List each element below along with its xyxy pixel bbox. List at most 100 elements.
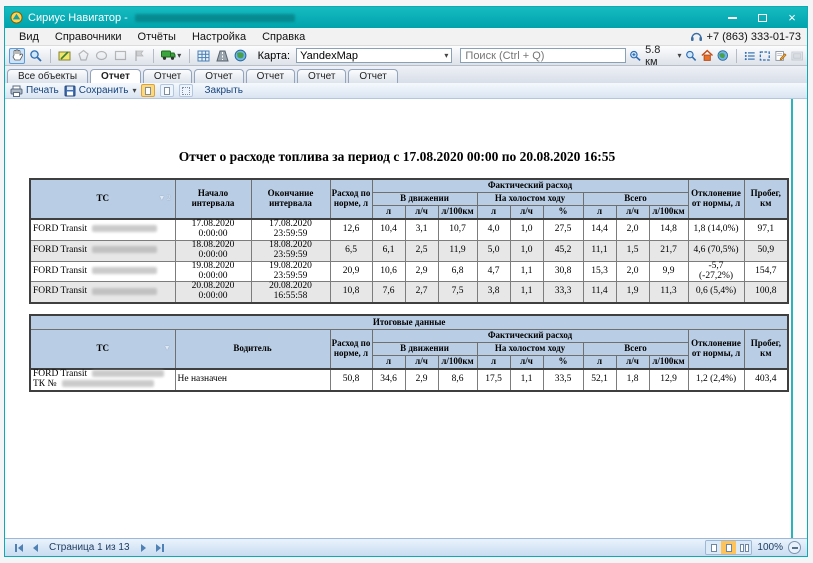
col-header-driver[interactable]: Водитель [175,329,330,368]
view-mode-facing-button[interactable] [721,541,736,554]
col-header-lh: л/ч [510,205,543,218]
tab-5[interactable]: Отчет [297,69,346,83]
save-button[interactable]: Сохранить ▾ [64,85,137,97]
cell: 10,7 [438,219,477,240]
home-icon[interactable] [701,49,713,62]
maximize-button[interactable] [747,7,777,28]
chevron-down-icon: ▾ [132,86,136,95]
tab-6[interactable]: Отчет [348,69,397,83]
col-header-l: л [372,355,405,368]
col-header-tc[interactable]: ТС ▼ 2 [30,179,175,219]
col-group-moving: В движении [372,342,477,355]
sort-indicator: ▼ 2 [158,195,170,203]
map-provider-select[interactable]: YandexMap ▾ [296,48,452,63]
cell: 10,4 [372,219,405,240]
edit-notes-icon[interactable] [775,49,787,62]
cell: 11,1 [583,240,616,261]
menu-item-0[interactable]: Вид [11,30,47,44]
col-header-end[interactable]: Окончание интервала [251,179,330,219]
search-input[interactable] [460,48,625,63]
col-header-mileage[interactable]: Пробег, км [744,179,788,219]
view-mode-multi-button[interactable] [736,541,751,554]
col-header-lh: л/ч [510,355,543,368]
cell: 3,1 [405,219,438,240]
prev-page-button[interactable] [27,541,43,555]
col-header-deviation[interactable]: Отклонение от нормы, л [688,329,744,368]
route-flag-button[interactable] [131,48,147,64]
menu-item-4[interactable]: Справка [254,30,313,44]
print-button[interactable]: Печать [10,85,59,97]
col-header-norm[interactable]: Расход по норме, л [330,179,372,219]
edit-map-button[interactable] [57,48,73,64]
tab-3[interactable]: Отчет [194,69,243,83]
cell: 15,3 [583,261,616,282]
cell: 20.08.2020 16:55:58 [251,282,330,303]
vehicle-cell: FORD Transit [30,219,175,240]
menu-item-3[interactable]: Настройка [184,30,254,44]
cell: 50,8 [330,369,372,391]
menu-item-2[interactable]: Отчёты [130,30,184,44]
cell: 6,1 [372,240,405,261]
table-row: FORD TransitТК №Не назначен50,834,62,98,… [30,369,788,391]
cell: 1,9 [616,282,649,303]
grid-view-button[interactable] [195,48,211,64]
menu-item-1[interactable]: Справочники [47,30,130,44]
headset-icon [690,31,703,43]
close-button[interactable]: × [777,7,807,28]
world-map-icon[interactable] [717,49,729,62]
col-header-l100: л/100км [649,355,688,368]
cell: 4,7 [477,261,510,282]
col-header-l: л [583,205,616,218]
support-phone: +7 (863) 333-01-73 [707,31,801,43]
continuous-view-button[interactable] [160,84,174,97]
chevron-down-icon: ▾ [444,51,448,60]
road-tool-button[interactable] [214,48,230,64]
draw-polygon-button[interactable] [75,48,91,64]
tab-2[interactable]: Отчет [143,69,192,83]
zoom-tool-button[interactable] [28,48,44,64]
minimize-button[interactable] [717,7,747,28]
col-header-start[interactable]: Начало интервала [175,179,251,219]
fit-page-button[interactable] [179,84,193,97]
magnifier-icon [29,49,42,62]
select-area-icon[interactable] [759,50,771,62]
col-header-tc[interactable]: ТС ▼ [30,329,175,368]
polygon-icon [77,49,90,62]
chevron-down-icon: ▾ [177,51,181,60]
cell: 19.08.2020 23:59:59 [251,261,330,282]
vehicle-cell: FORD Transit [30,240,175,261]
col-header-norm[interactable]: Расход по норме, л [330,329,372,368]
cell: 1,2 (2,4%) [688,369,744,391]
vehicle-menu-button[interactable]: ▾ [160,48,183,64]
zoom-lens-icon[interactable] [685,49,697,62]
vehicle-cell: FORD Transit [30,261,175,282]
tab-4[interactable]: Отчет [246,69,295,83]
col-header-mileage[interactable]: Пробег, км [744,329,788,368]
geozones-button[interactable] [233,48,249,64]
col-header-l100: л/100км [649,205,688,218]
zoom-in-icon[interactable] [629,49,641,62]
next-page-button[interactable] [136,541,152,555]
col-header-actual: Фактический расход [372,329,688,342]
vertical-scrollbar[interactable] [791,99,807,538]
cell: 18.08.2020 0:00:00 [175,240,251,261]
list-icon[interactable] [744,50,756,62]
cell: 30,8 [543,261,583,282]
map-scale-value[interactable]: 5.8 км [645,44,672,68]
close-report-button[interactable]: Закрыть [204,85,243,96]
toolbar-separator [50,49,51,63]
app-icon [10,11,23,24]
col-header-deviation[interactable]: Отклонение от нормы, л [688,179,744,219]
draw-ellipse-button[interactable] [94,48,110,64]
main-toolbar: ▾ Карта: YandexMap [5,46,807,66]
last-page-button[interactable] [152,541,168,555]
zoom-out-button[interactable] [788,541,801,554]
cell: 20,9 [330,261,372,282]
view-mode-single-button[interactable] [706,541,721,554]
draw-rectangle-button[interactable] [113,48,129,64]
tab-0[interactable]: Все объекты [7,69,88,83]
pan-tool-button[interactable] [9,48,25,64]
first-page-button[interactable] [11,541,27,555]
tab-1[interactable]: Отчет [90,69,141,83]
single-page-view-button[interactable] [141,84,155,97]
